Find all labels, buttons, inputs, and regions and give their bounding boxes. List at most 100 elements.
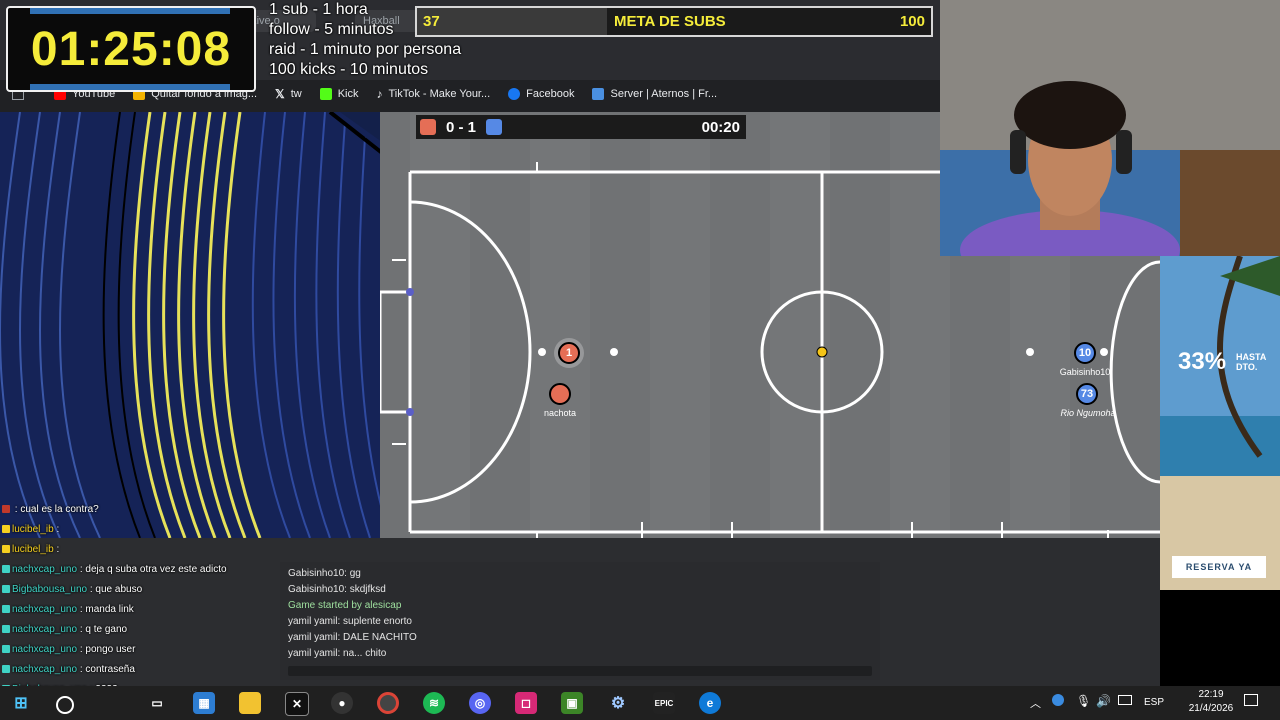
chat-text: : xyxy=(56,524,60,535)
clock-date: 21/4/2026 xyxy=(1188,703,1234,714)
beach-image xyxy=(1160,256,1280,590)
chat-username[interactable]: nachxcap_uno xyxy=(12,564,77,575)
tray-chevron-icon[interactable]: ︿ xyxy=(1030,695,1041,711)
clock-time: 22:19 xyxy=(1198,689,1224,700)
bookmark-aternos[interactable]: Server | Aternos | Fr... xyxy=(592,88,717,100)
tray-app-icon[interactable] xyxy=(1052,694,1064,706)
chat-username[interactable]: nachxcap_uno xyxy=(12,604,77,615)
edge-icon[interactable]: e xyxy=(699,692,721,714)
chat-username[interactable]: nachxcap_uno xyxy=(12,624,77,635)
bookmark-label: TikTok - Make Your... xyxy=(388,88,491,100)
stream-timer: 01:25:08 xyxy=(6,6,256,92)
stream-chat-message: lucibel_ib : xyxy=(2,524,59,535)
scoreboard: 0 - 1 00:20 xyxy=(416,115,746,139)
chat-text: : q te gano xyxy=(79,624,128,635)
player-number: 10 xyxy=(1078,347,1092,359)
bookmark-facebook[interactable]: Facebook xyxy=(508,88,574,100)
obs-icon[interactable]: ● xyxy=(331,692,353,714)
chat-system-message: Game started by alesicap xyxy=(288,600,402,611)
chat-text: : pongo user xyxy=(79,644,136,655)
chat-message: yamil yamil: suplente enorto xyxy=(288,616,412,627)
player-blue-10: 10 xyxy=(1074,342,1096,364)
stream-chat-message: nachxcap_uno : q te gano xyxy=(2,624,127,635)
chat-username[interactable]: nachxcap_uno xyxy=(12,664,77,675)
bookmark-label: tw xyxy=(290,88,302,100)
travel-ad[interactable]: 33% HASTA DTO. RESERVA YA xyxy=(1160,256,1280,590)
store-icon[interactable]: ▦ xyxy=(193,692,215,714)
stream-chat-message: lucibel_ib : xyxy=(2,544,59,555)
timer-value: 01:25:08 xyxy=(30,22,232,76)
capcut-icon[interactable]: ✕ xyxy=(285,692,309,716)
chat-message: yamil yamil: na... chito xyxy=(288,648,387,659)
volume-icon[interactable]: 🔊 xyxy=(1096,694,1111,708)
aternos-icon xyxy=(592,88,605,100)
stream-chat-message: nachxcap_uno : contraseña xyxy=(2,664,135,675)
discord-icon[interactable]: ◎ xyxy=(469,692,491,714)
stream-chat-message: Bigbabousa_uno : que abuso xyxy=(2,584,142,595)
chat-message: Gabisinho10: gg xyxy=(288,568,361,579)
chrome-icon[interactable] xyxy=(377,692,399,714)
tiktok-icon: ♪ xyxy=(376,87,383,101)
player-red-1: 1 xyxy=(558,342,580,364)
chat-message: yamil yamil: DALE NACHITO xyxy=(288,632,417,643)
chat-badge-icon xyxy=(2,665,10,674)
search-icon[interactable] xyxy=(56,696,74,714)
stands-graphic xyxy=(0,112,410,538)
empty-panel xyxy=(1160,590,1280,686)
microphone-icon[interactable]: 🎙 xyxy=(1076,694,1091,708)
chat-text: : que abuso xyxy=(89,584,143,595)
steam-icon[interactable]: ⚙ xyxy=(607,692,629,714)
chat-input[interactable] xyxy=(288,666,872,676)
kick-icon xyxy=(319,88,332,100)
chat-badge-icon xyxy=(2,505,10,514)
epic-games-icon[interactable]: EPIC xyxy=(653,692,675,714)
chat-username[interactable]: Bigbabousa_uno xyxy=(12,584,87,595)
clock[interactable]: 22:19 21/4/2026 xyxy=(1180,688,1242,716)
subs-current: 37 xyxy=(423,13,440,30)
chat-text: : deja q suba otra vez este adicto xyxy=(79,564,227,575)
chat-text: : contraseña xyxy=(79,664,135,675)
chat-badge-icon xyxy=(2,525,10,534)
stream-chat-message: nachxcap_uno : pongo user xyxy=(2,644,135,655)
ad-hasta: HASTA xyxy=(1236,352,1267,362)
webcam-image xyxy=(940,0,1280,256)
rule-line: 100 kicks - 10 minutos xyxy=(269,61,429,78)
bookmark-label: Server | Aternos | Fr... xyxy=(610,88,718,100)
stadium-stands xyxy=(0,112,410,538)
player-name: Gabisinho10 xyxy=(1059,367,1111,377)
notifications-icon[interactable] xyxy=(1244,694,1258,706)
stream-chat-message: nachxcap_uno : deja q suba otra vez este… xyxy=(2,564,227,575)
stream-chat-message: nachxcap_uno : manda link xyxy=(2,604,134,615)
rule-line: raid - 1 minuto por persona xyxy=(269,41,462,58)
chat-username[interactable]: lucibel_ib xyxy=(12,524,54,535)
webcam-feed xyxy=(940,0,1280,256)
x-icon: 𝕏 xyxy=(275,87,285,101)
task-view-icon[interactable]: ▭ xyxy=(146,692,168,714)
network-icon[interactable] xyxy=(1118,695,1132,705)
chat-text: : manda link xyxy=(79,604,134,615)
file-explorer-icon[interactable] xyxy=(239,692,261,714)
subs-target: 100 xyxy=(899,13,925,30)
instagram-icon[interactable]: ◻ xyxy=(515,692,537,714)
bookmark-label: Facebook xyxy=(526,88,575,100)
bookmark-tw[interactable]: 𝕏tw xyxy=(275,87,302,101)
stream-chat-message: : cual es la contra? xyxy=(2,504,99,515)
bookmark-tiktok[interactable]: ♪ TikTok - Make Your... xyxy=(376,87,490,101)
ad-percent: 33% xyxy=(1178,348,1227,375)
game-time: 00:20 xyxy=(701,118,740,136)
windows-start-icon[interactable]: ⊞ xyxy=(10,692,32,714)
minecraft-icon[interactable]: ▣ xyxy=(561,692,583,714)
red-team-icon xyxy=(420,119,436,135)
player-blue-73: 73 xyxy=(1076,383,1098,405)
chat-badge-icon xyxy=(2,625,10,634)
subs-goal-title: META DE SUBS xyxy=(613,13,726,30)
player-red-2 xyxy=(549,383,571,405)
chat-username[interactable]: nachxcap_uno xyxy=(12,644,77,655)
player-name: Rio Ngumoha xyxy=(1060,408,1116,418)
chat-username[interactable]: lucibel_ib xyxy=(12,544,54,555)
reserve-button[interactable]: RESERVA YA xyxy=(1172,556,1266,578)
player-number: 73 xyxy=(1080,388,1094,400)
keyboard-language[interactable]: ESP xyxy=(1144,697,1164,708)
bookmark-kick[interactable]: Kick xyxy=(319,88,358,100)
spotify-icon[interactable]: ≋ xyxy=(423,692,445,714)
